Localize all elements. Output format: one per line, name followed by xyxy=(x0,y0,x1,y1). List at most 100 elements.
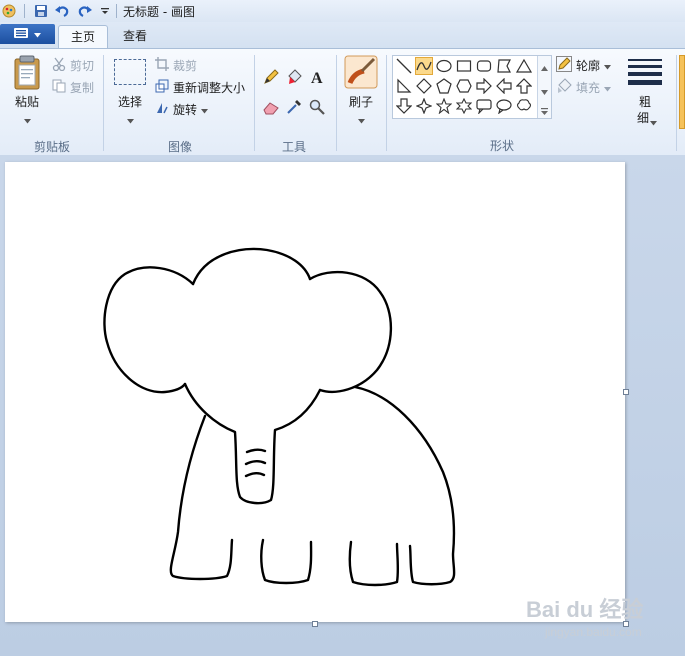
undo-icon[interactable] xyxy=(53,2,71,20)
shape-rounded-callout[interactable] xyxy=(475,97,493,115)
shape-left-arrow[interactable] xyxy=(495,77,513,95)
magnifier-icon[interactable] xyxy=(307,97,327,117)
crop-button[interactable]: 裁剪 xyxy=(155,57,197,74)
rotate-dropdown-icon xyxy=(201,103,209,117)
resize-button[interactable]: 重新调整大小 xyxy=(155,79,245,96)
shape-rectangle[interactable] xyxy=(455,57,473,75)
shape-up-arrow[interactable] xyxy=(515,77,533,95)
shape-diamond[interactable] xyxy=(415,77,433,95)
ribbon-tab-row: 主页 查看 xyxy=(0,22,685,48)
resize-icon xyxy=(155,79,169,96)
outline-label: 轮廓 xyxy=(576,59,601,73)
tools-group-label: 工具 xyxy=(281,140,306,154)
chevron-up-icon[interactable] xyxy=(541,60,548,74)
separator xyxy=(116,4,117,18)
crop-label: 裁剪 xyxy=(173,59,198,73)
separator xyxy=(676,55,677,151)
resize-label: 重新调整大小 xyxy=(173,81,246,95)
shape-right-arrow[interactable] xyxy=(475,77,493,95)
separator xyxy=(386,55,387,151)
shape-cloud-callout[interactable] xyxy=(515,97,533,115)
window-title: 无标题 - 画图 xyxy=(123,5,195,19)
chevron-down-icon xyxy=(604,81,612,95)
shape-polygon[interactable] xyxy=(495,57,513,75)
size-icon[interactable] xyxy=(628,59,662,85)
shapes-group-label: 形状 xyxy=(489,139,514,153)
paste-dropdown-icon[interactable] xyxy=(24,113,31,127)
resize-handle-bottom[interactable] xyxy=(312,621,318,627)
image-group-label: 图像 xyxy=(167,140,192,154)
more-icon[interactable] xyxy=(541,104,548,118)
watermark-logo: Bai du 经验 xyxy=(526,597,644,622)
select-button[interactable]: 选择 xyxy=(110,93,150,110)
separator xyxy=(336,55,337,151)
brush-icon[interactable] xyxy=(344,55,378,89)
app-menu-button[interactable] xyxy=(0,24,55,44)
elephant-drawing xyxy=(103,247,456,587)
eraser-icon[interactable] xyxy=(261,97,281,117)
select-icon[interactable] xyxy=(114,59,146,85)
select-dropdown-icon[interactable] xyxy=(127,113,134,127)
outline-button[interactable]: 轮廓 xyxy=(556,56,612,75)
separator xyxy=(103,55,104,151)
tab-home[interactable]: 主页 xyxy=(58,25,109,48)
shapes-scrollbar[interactable] xyxy=(537,56,551,118)
save-icon[interactable] xyxy=(32,2,50,20)
paint-app-icon[interactable] xyxy=(0,2,18,20)
shape-rounded-rectangle[interactable] xyxy=(475,57,493,75)
fill-label: 填充 xyxy=(576,81,601,95)
text-icon[interactable]: A xyxy=(307,67,327,87)
shape-curve[interactable] xyxy=(415,57,433,75)
shape-four-point-star[interactable] xyxy=(415,97,433,115)
rotate-button[interactable]: 旋转 xyxy=(155,101,209,118)
pencil-icon[interactable] xyxy=(261,67,281,87)
color1-swatch[interactable] xyxy=(679,55,685,129)
redo-icon[interactable] xyxy=(76,2,94,20)
size-dropdown-icon[interactable] xyxy=(650,115,657,129)
fill-bucket-icon xyxy=(556,78,572,97)
svg-text:A: A xyxy=(311,70,323,85)
outline-pencil-icon xyxy=(556,56,572,75)
shape-hexagon[interactable] xyxy=(455,77,473,95)
brushes-dropdown-icon[interactable] xyxy=(358,113,365,127)
crop-icon xyxy=(155,57,169,74)
shape-five-point-star[interactable] xyxy=(435,97,453,115)
shape-triangle[interactable] xyxy=(515,57,533,75)
cut-button[interactable]: 剪切 xyxy=(52,57,94,74)
scissors-icon xyxy=(52,57,66,74)
separator xyxy=(24,4,25,18)
shape-pentagon[interactable] xyxy=(435,77,453,95)
tab-view[interactable]: 查看 xyxy=(111,25,159,47)
resize-handle-right[interactable] xyxy=(623,389,629,395)
shape-down-arrow[interactable] xyxy=(395,97,413,115)
shape-oval-callout[interactable] xyxy=(495,97,513,115)
customize-dropdown-icon[interactable] xyxy=(96,2,114,20)
size-label-top: 粗 xyxy=(638,95,651,109)
chevron-down-icon[interactable] xyxy=(541,84,548,98)
chevron-down-icon xyxy=(34,27,41,41)
title-bar: 无标题 - 画图 xyxy=(0,0,685,23)
cut-label: 剪切 xyxy=(70,59,95,73)
shape-right-triangle[interactable] xyxy=(395,77,413,95)
color-picker-icon[interactable] xyxy=(284,97,304,117)
fill-icon[interactable] xyxy=(284,67,304,87)
copy-button[interactable]: 复制 xyxy=(52,79,94,96)
shape-six-point-star[interactable] xyxy=(455,97,473,115)
copy-icon xyxy=(52,79,66,96)
shape-oval[interactable] xyxy=(435,57,453,75)
separator xyxy=(254,55,255,151)
rotate-label: 旋转 xyxy=(173,103,198,117)
menu-icon xyxy=(14,27,28,41)
drawing-canvas[interactable] xyxy=(5,162,625,622)
watermark-url: jingyan.baidu.com xyxy=(545,625,642,639)
brushes-button[interactable]: 刷子 xyxy=(341,93,381,110)
clipboard-group-label: 剪贴板 xyxy=(33,140,70,154)
fill-button[interactable]: 填充 xyxy=(556,78,612,97)
paste-button[interactable]: 粘贴 xyxy=(8,93,46,110)
shapes-gallery xyxy=(392,55,552,119)
rotate-icon xyxy=(155,101,169,118)
chevron-down-icon xyxy=(604,59,612,73)
shape-line[interactable] xyxy=(395,57,413,75)
copy-label: 复制 xyxy=(70,81,95,95)
paste-icon[interactable] xyxy=(10,55,44,91)
